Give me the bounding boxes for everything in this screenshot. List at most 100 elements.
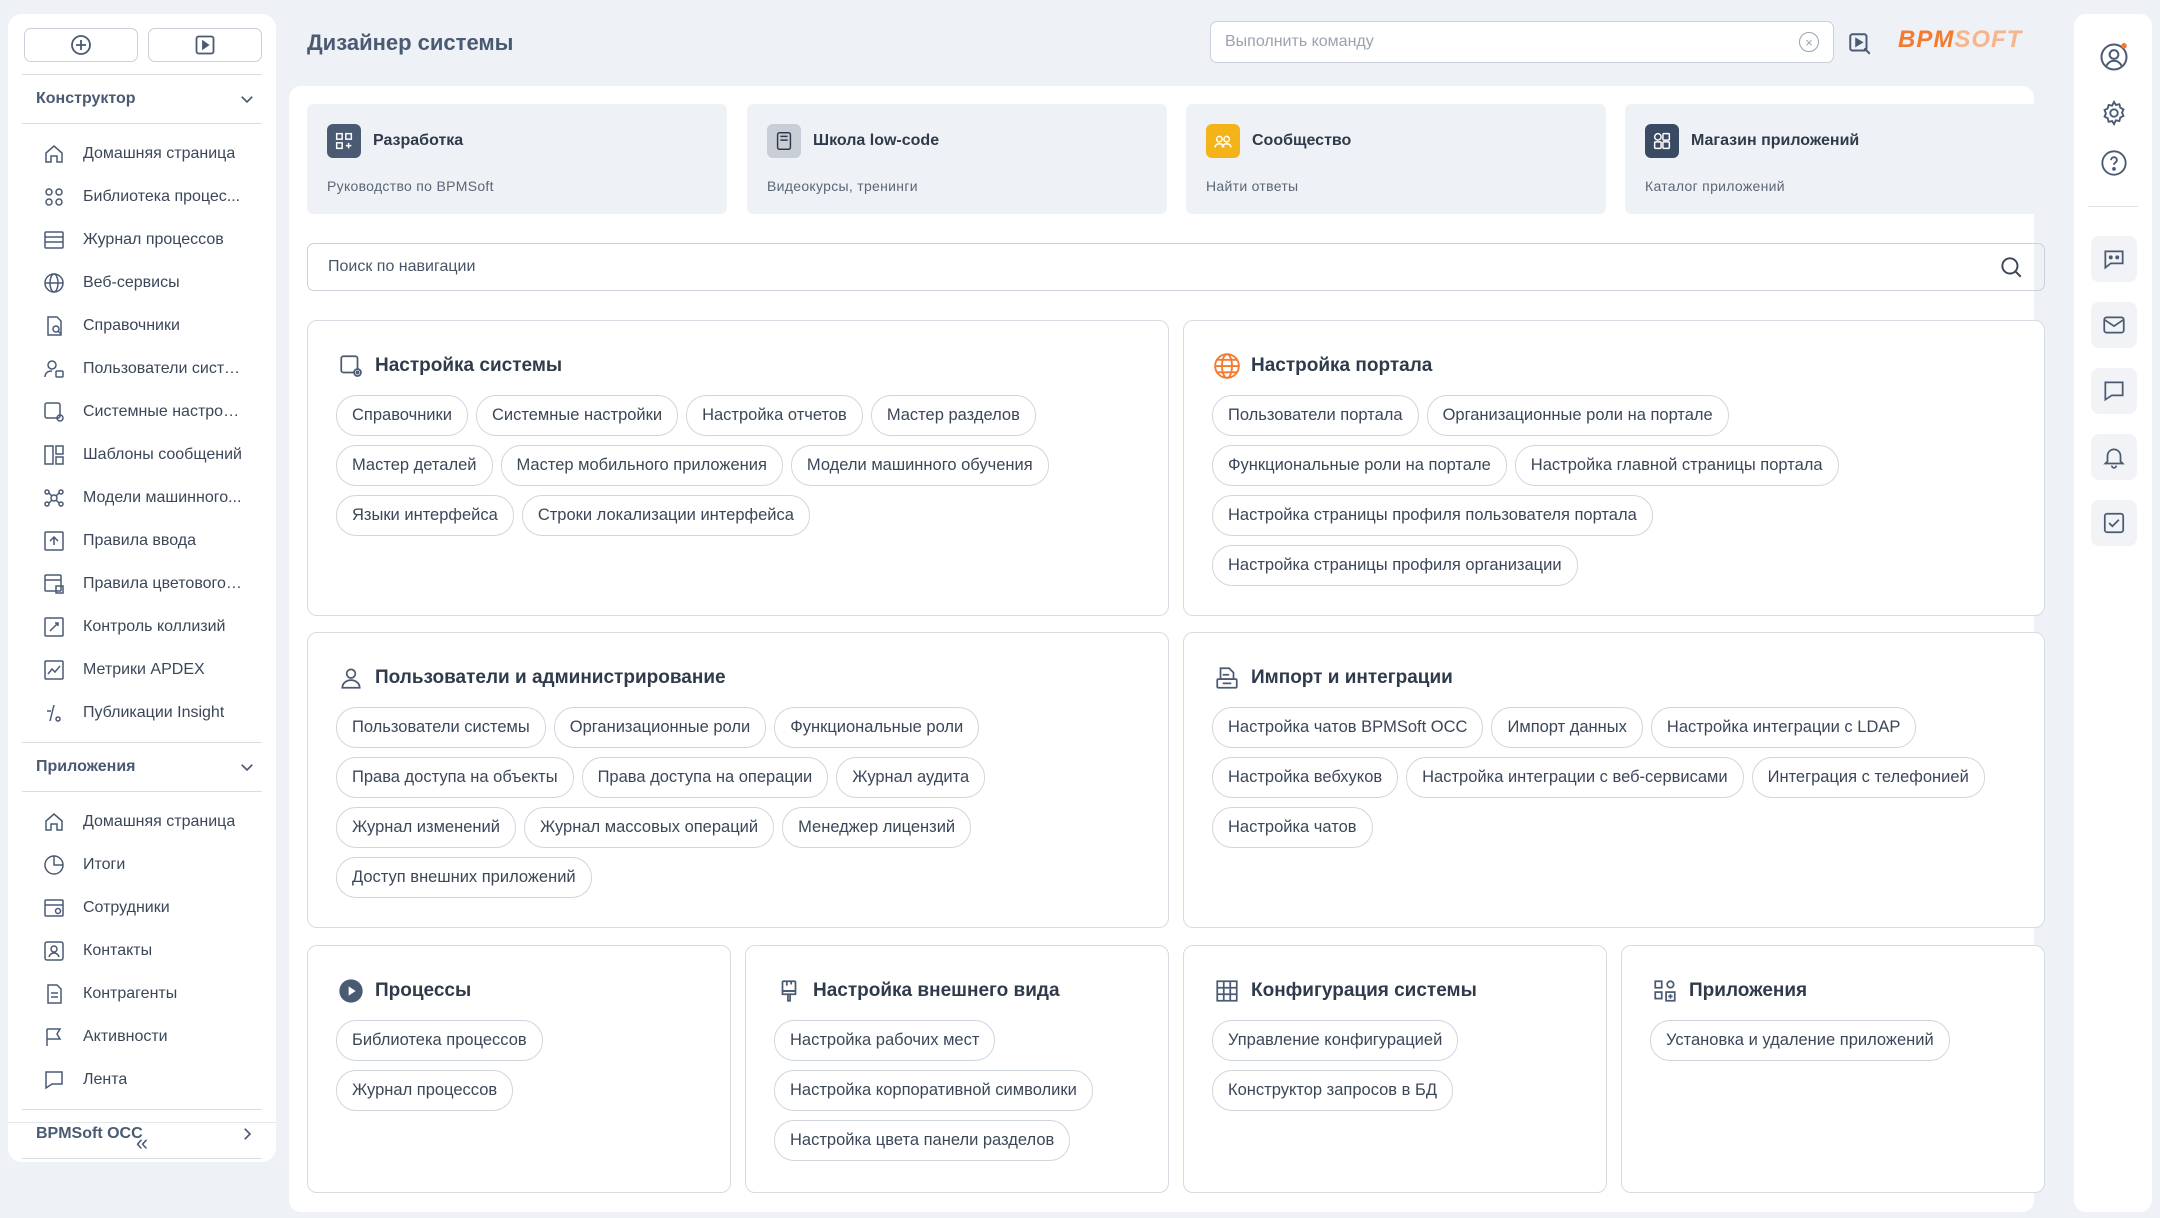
quick-link-subtitle: Найти ответы [1206,178,1299,194]
settings-button[interactable] [2099,98,2129,128]
sidebar-item[interactable]: Сотрудники [8,886,276,929]
nav-chip[interactable]: Библиотека процессов [336,1020,543,1061]
quick-link-school[interactable]: Школа low-code Видеокурсы, тренинги [747,104,1167,214]
sidebar-item-label: Шаблоны сообщений [83,445,242,463]
nav-chip[interactable]: Организационные роли [553,707,767,748]
run-command-button[interactable] [1846,30,1874,58]
system-users-icon [41,356,67,382]
sidebar-section-apps[interactable]: Приложения [22,742,262,792]
sidebar-item[interactable]: Контрагенты [8,972,276,1015]
process-log-icon [41,227,67,253]
nav-chip[interactable]: Организационные роли на портале [1426,395,1729,436]
messages-panel-button[interactable] [2091,368,2137,414]
navigation-search-input[interactable] [328,258,1998,276]
pie-chart-icon [41,852,67,878]
help-button[interactable] [2099,148,2129,178]
sidebar-item[interactable]: Модели машинного... [8,476,276,519]
sidebar-item[interactable]: Контакты [8,929,276,972]
quick-link-subtitle: Видеокурсы, тренинги [767,178,918,194]
quick-link-app-store[interactable]: Магазин приложений Каталог приложений [1625,104,2045,214]
nav-chip[interactable]: Менеджер лицензий [782,807,972,848]
nav-chip[interactable]: Настройка страницы профиля пользователя … [1212,495,1653,536]
nav-chip[interactable]: Импорт данных [1491,707,1643,748]
nav-chip[interactable]: Настройка корпоративной символики [774,1070,1093,1111]
nav-chip[interactable]: Функциональные роли [774,707,980,748]
chat-panel-button[interactable] [2091,236,2137,282]
nav-chip[interactable]: Журнал аудита [836,757,986,798]
clear-icon[interactable]: × [1799,32,1819,52]
notifications-panel-button[interactable] [2091,434,2137,480]
nav-chip[interactable]: Пользователи системы [336,707,546,748]
sidebar-item[interactable]: Пользователи систе... [8,347,276,390]
sidebar-item[interactable]: Итоги [8,843,276,886]
nav-chip[interactable]: Модели машинного обучения [790,445,1049,486]
sidebar-item[interactable]: Системные настрой... [8,390,276,433]
email-panel-button[interactable] [2091,302,2137,348]
nav-chip[interactable]: Настройка интеграции с LDAP [1650,707,1917,748]
play-circle-icon [336,976,366,1006]
sidebar-item[interactable]: Справочники [8,304,276,347]
ml-models-icon [41,485,67,511]
nav-chip[interactable]: Настройка чатов [1212,807,1373,848]
nav-chip[interactable]: Права доступа на объекты [336,757,574,798]
nav-chip[interactable]: Настройка интеграции с веб-сервисами [1406,757,1744,798]
command-input[interactable] [1225,33,1799,51]
add-button[interactable] [24,28,138,62]
sidebar-item[interactable]: Веб-сервисы [8,261,276,304]
nav-chip[interactable]: Настройка цвета панели разделов [774,1120,1071,1161]
sidebar-item[interactable]: Лента [8,1058,276,1101]
nav-chip[interactable]: Настройка чатов BPMSoft OCC [1212,707,1484,748]
nav-chip[interactable]: Доступ внешних приложений [336,857,592,898]
quick-link-title: Школа low-code [813,132,940,149]
nav-chip[interactable]: Справочники [336,395,468,436]
quick-link-community[interactable]: Сообщество Найти ответы [1186,104,1606,214]
quick-link-development[interactable]: Разработка Руководство по BPMSoft [307,104,727,214]
home-icon [41,809,67,835]
sidebar-item[interactable]: Метрики APDEX [8,648,276,691]
run-process-button[interactable] [148,28,262,62]
nav-chip[interactable]: Настройка рабочих мест [774,1020,996,1061]
nav-chip[interactable]: Конструктор запросов в БД [1212,1070,1454,1111]
collapse-sidebar-button[interactable]: « [8,1122,276,1162]
feed-icon [41,1067,67,1093]
sidebar-item[interactable]: Контроль коллизий [8,605,276,648]
nav-chip[interactable]: Пользователи портала [1212,395,1419,436]
nav-chip[interactable]: Настройка главной страницы портала [1514,445,1839,486]
nav-chip[interactable]: Интеграция с телефонией [1751,757,1985,798]
nav-chip[interactable]: Строки локализации интерфейса [521,495,810,536]
tasks-panel-button[interactable] [2091,500,2137,546]
search-icon[interactable] [1998,254,2024,280]
nav-chip[interactable]: Языки интерфейса [336,495,514,536]
sidebar-item[interactable]: Правила цветового ... [8,562,276,605]
profile-button[interactable] [2099,42,2129,72]
nav-chip[interactable]: Права доступа на операции [581,757,829,798]
nav-chip[interactable]: Мастер деталей [336,445,493,486]
nav-chip[interactable]: Настройка страницы профиля организации [1212,545,1578,586]
sidebar-item[interactable]: Библиотека процес... [8,175,276,218]
sidebar-section-constructor[interactable]: Конструктор [22,74,262,124]
nav-chip[interactable]: Управление конфигурацией [1212,1020,1459,1061]
sidebar-item[interactable]: Домашняя страница [8,132,276,175]
nav-chip[interactable]: Настройка вебхуков [1212,757,1399,798]
nav-chip[interactable]: Мастер разделов [870,395,1036,436]
sidebar-item[interactable]: Журнал процессов [8,218,276,261]
nav-chip[interactable]: Системные настройки [475,395,679,436]
sidebar-item[interactable]: Активности [8,1015,276,1058]
nav-chip[interactable]: Журнал массовых операций [523,807,775,848]
nav-chip[interactable]: Установка и удаление приложений [1650,1020,1950,1061]
nav-chip[interactable]: Функциональные роли на портале [1212,445,1507,486]
navigation-search [307,243,2045,291]
nav-chip[interactable]: Настройка отчетов [686,395,863,436]
chevron-down-icon [241,96,253,104]
nav-chip[interactable]: Мастер мобильного приложения [500,445,783,486]
sidebar-section-title: Конструктор [36,90,136,107]
sidebar-item[interactable]: Домашняя страница [8,800,276,843]
input-rules-icon [41,528,67,554]
nav-chip[interactable]: Журнал изменений [336,807,516,848]
community-icon [1206,124,1240,158]
flag-icon [41,1024,67,1050]
sidebar-item[interactable]: Шаблоны сообщений [8,433,276,476]
sidebar-item[interactable]: Правила ввода [8,519,276,562]
sidebar-item[interactable]: Публикации Insight [8,691,276,734]
nav-chip[interactable]: Журнал процессов [336,1070,514,1111]
